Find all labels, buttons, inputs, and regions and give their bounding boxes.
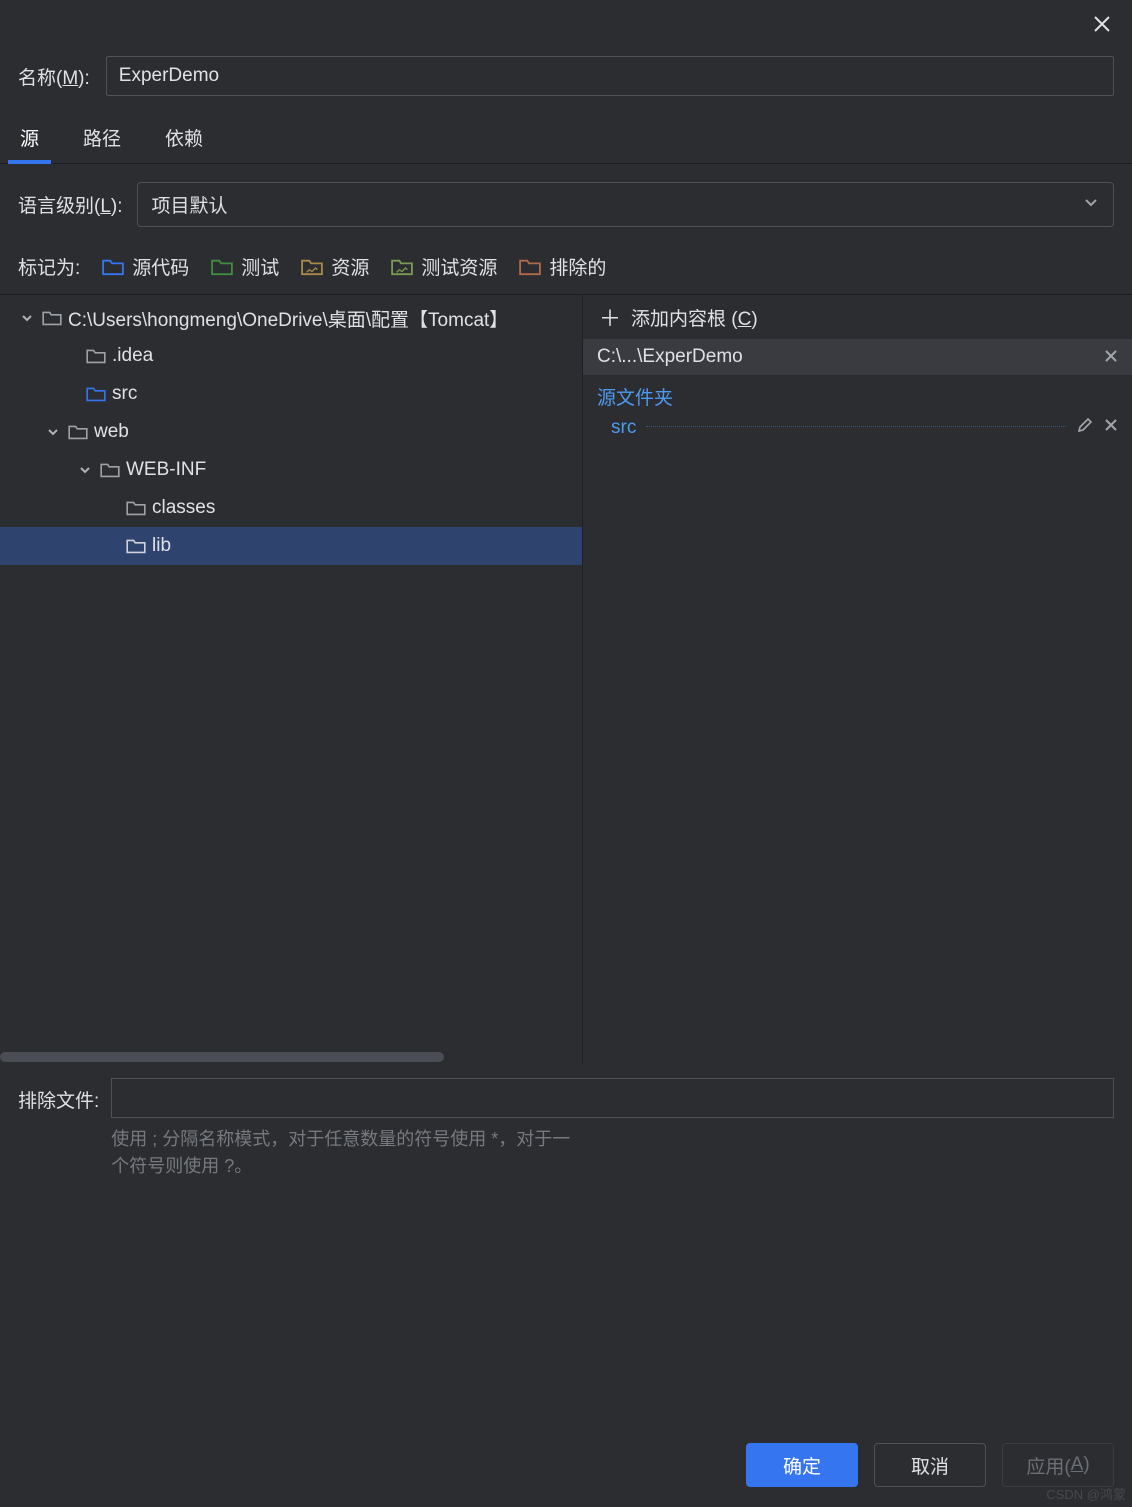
chevron-down-icon xyxy=(1083,194,1099,216)
apply-button[interactable]: 应用(A) xyxy=(1002,1443,1114,1487)
close-icon xyxy=(1092,14,1112,34)
tree-item-lib[interactable]: lib xyxy=(0,527,582,565)
close-button[interactable] xyxy=(1084,6,1120,42)
mark-excluded[interactable]: 排除的 xyxy=(519,253,606,280)
chevron-down-icon xyxy=(44,425,62,439)
tree-item-src[interactable]: src xyxy=(0,375,582,413)
mark-test-resources[interactable]: 测试资源 xyxy=(391,253,497,280)
chevron-down-icon xyxy=(18,311,36,325)
plus-icon: ＋ xyxy=(599,301,621,333)
tabs: 源 路径 依赖 xyxy=(0,114,1132,164)
language-level-select[interactable]: 项目默认 xyxy=(137,182,1114,227)
scrollbar-thumb[interactable] xyxy=(0,1052,444,1062)
exclude-files-help: 使用 ; 分隔名称模式，对于任意数量的符号使用 *，对于一个符号则使用 ?。 xyxy=(111,1118,571,1180)
mark-resources[interactable]: 资源 xyxy=(301,253,369,280)
name-input[interactable] xyxy=(106,56,1114,96)
sources-folder-icon xyxy=(102,258,124,276)
remove-source-folder-button[interactable] xyxy=(1104,416,1118,440)
pencil-icon xyxy=(1076,416,1094,434)
tab-source[interactable]: 源 xyxy=(18,114,41,163)
folder-icon xyxy=(126,538,146,554)
tests-folder-icon xyxy=(211,258,233,276)
source-folders-header: 源文件夹 xyxy=(583,375,1132,414)
folder-icon xyxy=(42,310,62,326)
folder-icon xyxy=(86,348,106,364)
watermark: CSDN @鸿蒙 xyxy=(1046,1484,1126,1503)
edit-source-folder-button[interactable] xyxy=(1076,416,1094,440)
source-folder-item[interactable]: src xyxy=(583,414,1132,442)
exclude-files-label: 排除文件: xyxy=(18,1078,99,1180)
tree-item-idea[interactable]: .idea xyxy=(0,337,582,375)
mark-tests[interactable]: 测试 xyxy=(211,253,279,280)
resources-folder-icon xyxy=(301,258,323,276)
content-root-row[interactable]: C:\...\ExperDemo xyxy=(583,339,1132,375)
horizontal-scrollbar[interactable] xyxy=(0,1050,582,1064)
tab-path[interactable]: 路径 xyxy=(81,114,123,163)
excluded-folder-icon xyxy=(519,258,541,276)
mark-as-label: 标记为: xyxy=(18,253,80,280)
close-icon xyxy=(1104,418,1118,432)
folder-icon xyxy=(126,500,146,516)
name-label: 名称(M): xyxy=(18,63,90,90)
content-root-path: C:\...\ExperDemo xyxy=(597,346,743,368)
ok-button[interactable]: 确定 xyxy=(746,1443,858,1487)
cancel-button[interactable]: 取消 xyxy=(874,1443,986,1487)
tree-item-webinf[interactable]: WEB-INF xyxy=(0,451,582,489)
folder-icon xyxy=(100,462,120,478)
exclude-files-input[interactable] xyxy=(111,1078,1114,1118)
chevron-down-icon xyxy=(76,463,94,477)
folder-icon xyxy=(68,424,88,440)
language-level-label: 语言级别(L): xyxy=(18,191,123,218)
sources-folder-icon xyxy=(86,386,106,402)
tree-item-classes[interactable]: classes xyxy=(0,489,582,527)
remove-content-root-button[interactable] xyxy=(1104,347,1118,368)
test-resources-folder-icon xyxy=(391,258,413,276)
tab-deps[interactable]: 依赖 xyxy=(163,114,205,163)
tree-item-web[interactable]: web xyxy=(0,413,582,451)
add-content-root-button[interactable]: 添加内容根 (C) xyxy=(631,304,758,331)
folder-tree: C:\Users\hongmeng\OneDrive\桌面\配置【Tomcat】… xyxy=(0,295,582,1050)
close-icon xyxy=(1104,349,1118,363)
mark-sources[interactable]: 源代码 xyxy=(102,253,189,280)
tree-root[interactable]: C:\Users\hongmeng\OneDrive\桌面\配置【Tomcat】 xyxy=(0,299,582,337)
language-level-value: 项目默认 xyxy=(152,191,228,218)
